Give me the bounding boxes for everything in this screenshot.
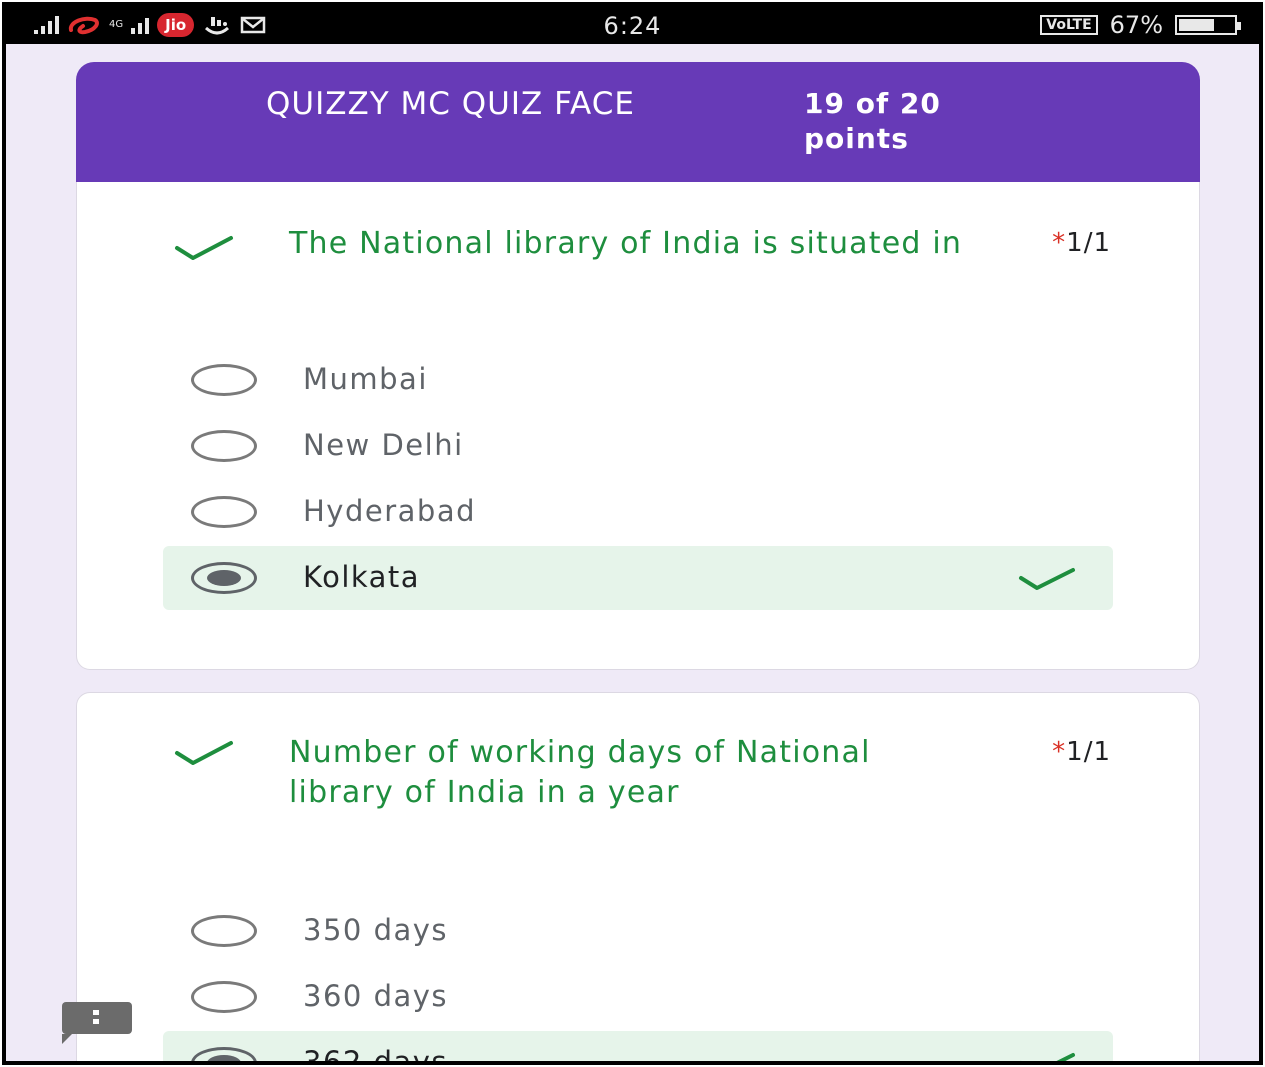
- option-mumbai[interactable]: Mumbai: [163, 348, 1113, 412]
- points-value: 1/1: [1066, 737, 1111, 767]
- option-label: Hyderabad: [303, 494, 476, 528]
- option-kolkata[interactable]: Kolkata: [163, 546, 1113, 610]
- required-mark: *: [1052, 737, 1067, 767]
- radio-button[interactable]: [191, 981, 257, 1013]
- status-bar: 4G Jio 6:24 VoLTE 67%: [6, 6, 1259, 44]
- volte-badge: VoLTE: [1040, 15, 1098, 35]
- option-360-days[interactable]: 360 days: [163, 965, 1113, 1029]
- question-points: *1/1: [1052, 737, 1111, 767]
- option-label: 350 days: [303, 913, 449, 947]
- battery-fill: [1179, 19, 1214, 31]
- question-text: The National library of India is situate…: [289, 226, 963, 261]
- checkmark-icon: [175, 236, 233, 260]
- checkmark-icon: [1019, 568, 1075, 590]
- radio-button[interactable]: [191, 496, 257, 528]
- quiz-header: QUIZZY MC QUIZ FACE 19 of 20 points: [76, 62, 1200, 182]
- option-label: 360 days: [303, 979, 449, 1013]
- option-label: Mumbai: [303, 362, 428, 396]
- question-points: *1/1: [1052, 228, 1111, 258]
- battery-percent: 67%: [1109, 11, 1163, 39]
- feedback-button[interactable]: [62, 1002, 132, 1044]
- quiz-title: QUIZZY MC QUIZ FACE: [266, 86, 635, 122]
- radio-button[interactable]: [191, 915, 257, 947]
- option-label: New Delhi: [303, 428, 464, 462]
- question-card-2: Number of working days of National libra…: [76, 692, 1200, 1065]
- option-new-delhi[interactable]: New Delhi: [163, 414, 1113, 478]
- option-label: Kolkata: [303, 560, 421, 594]
- question-card-1: The National library of India is situate…: [76, 182, 1200, 670]
- checkmark-icon: [175, 741, 233, 765]
- phone-screen: 4G Jio 6:24 VoLTE 67% QUIZZY MC QUIZ FAC…: [2, 2, 1263, 1065]
- feedback-icon: [93, 1010, 99, 1026]
- radio-button[interactable]: [191, 364, 257, 396]
- option-350-days[interactable]: 350 days: [163, 899, 1113, 963]
- option-label: 362 days: [303, 1045, 449, 1065]
- radio-button-selected[interactable]: [191, 562, 257, 594]
- option-hyderabad[interactable]: Hyderabad: [163, 480, 1113, 544]
- radio-button-selected[interactable]: [191, 1047, 257, 1061]
- quiz-score: 19 of 20 points: [804, 87, 941, 155]
- question-text: Number of working days of National libra…: [289, 735, 871, 810]
- required-mark: *: [1052, 228, 1067, 258]
- option-362-days[interactable]: 362 days: [163, 1031, 1113, 1065]
- points-value: 1/1: [1066, 228, 1111, 258]
- checkmark-icon: [1021, 1053, 1075, 1061]
- status-bar-right: VoLTE 67%: [1040, 11, 1241, 39]
- battery-icon: [1175, 15, 1241, 35]
- radio-button[interactable]: [191, 430, 257, 462]
